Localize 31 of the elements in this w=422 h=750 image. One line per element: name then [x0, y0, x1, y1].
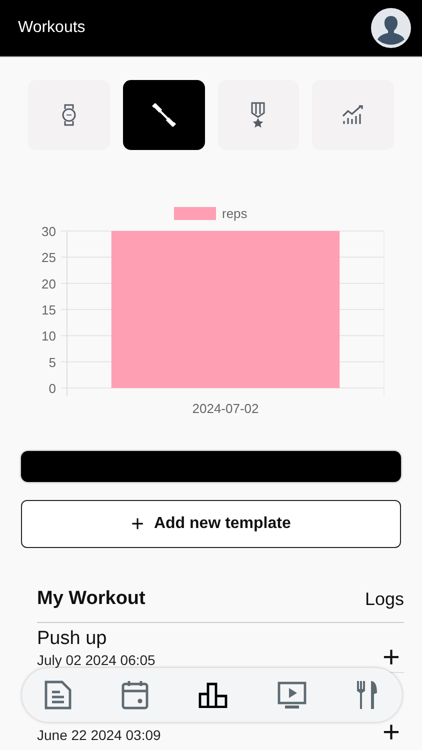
- document-icon: [44, 680, 72, 710]
- legend-swatch: [174, 207, 216, 220]
- podium-icon: [198, 682, 228, 708]
- calendar-icon: [121, 680, 149, 710]
- add-log-button[interactable]: +: [378, 723, 404, 743]
- category-tab[interactable]: [122, 80, 204, 150]
- y-tick-label: 25: [42, 250, 56, 266]
- trend-chart-icon: [342, 105, 364, 125]
- logs-link[interactable]: Logs: [364, 588, 404, 610]
- y-tick-label: 30: [42, 224, 56, 239]
- workout-name: Push up: [37, 628, 108, 650]
- video-play-icon: [277, 681, 307, 709]
- add-template-button[interactable]: + Add new template: [21, 500, 401, 548]
- page-title: Workouts: [18, 19, 86, 37]
- workout-date: June 22 2024 03:09: [37, 727, 161, 743]
- dumbbell-icon: [150, 101, 178, 129]
- y-tick-label: 20: [42, 276, 56, 292]
- y-tick-label: 15: [42, 302, 56, 318]
- avatar-icon[interactable]: [371, 8, 411, 48]
- nav-item[interactable]: [198, 682, 228, 708]
- x-tick-label: 2024-07-02: [192, 401, 259, 416]
- medal-icon: [250, 102, 266, 128]
- fork-knife-icon: [356, 680, 380, 710]
- legend-label: reps: [222, 206, 248, 221]
- y-tick-label: 10: [42, 328, 56, 344]
- watch-icon: [62, 104, 76, 126]
- add-log-button[interactable]: +: [378, 648, 404, 668]
- y-tick-label: 0: [48, 381, 56, 396]
- section-title: My Workout: [37, 588, 146, 610]
- y-tick-label: 5: [48, 354, 56, 370]
- workout-date: July 02 2024 06:05: [37, 652, 156, 668]
